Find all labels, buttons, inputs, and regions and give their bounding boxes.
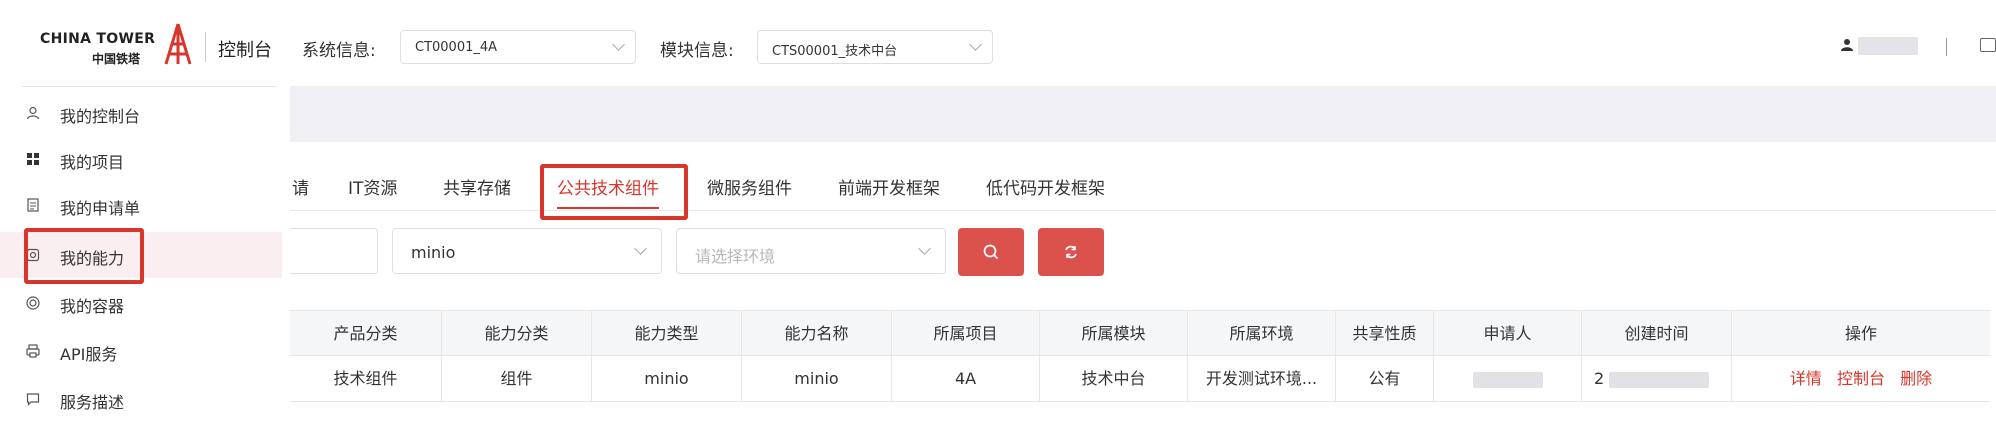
reset-button[interactable]	[1038, 228, 1104, 276]
top-header: CHINA TOWER 中国铁塔 控制台 系统信息: CT00001_4A 模块…	[0, 0, 1996, 86]
system-info-value: CT00001_4A	[415, 40, 498, 55]
table-header-cell: 能力分类	[442, 311, 592, 357]
table-header-cell: 能力名称	[742, 311, 892, 357]
env-select[interactable]: 请选择环境	[676, 228, 946, 274]
table-cell: 技术中台	[1040, 356, 1188, 402]
table-header-cell: 申请人	[1434, 311, 1582, 357]
table-cell: minio	[592, 356, 742, 402]
tab-lowcode-frameworks[interactable]: 低代码开发框架	[986, 174, 1105, 199]
sidebar-item-console[interactable]: 我的控制台	[0, 90, 282, 136]
logo-text-cn: 中国铁塔	[92, 52, 141, 66]
message-icon	[26, 393, 40, 406]
container-icon	[26, 296, 40, 310]
filter-input[interactable]	[290, 228, 378, 274]
table-row[interactable]: 技术组件 组件 minio minio 4A 技术中台 开发测试环境... 公有…	[290, 356, 1990, 402]
table-header-cell: 操作	[1844, 324, 1877, 343]
table-cell-actions: 详情 控制台 删除	[1732, 356, 1990, 402]
sidebar-item-label: 我的容器	[60, 297, 125, 316]
grid-icon	[27, 153, 39, 165]
sidebar-item-projects[interactable]: 我的项目	[0, 136, 282, 182]
user-icon	[26, 106, 40, 120]
component-select[interactable]: minio	[392, 228, 662, 274]
sidebar-item-label: API服务	[60, 345, 118, 364]
user-icon	[1841, 39, 1853, 51]
sidebar-item-api[interactable]: API服务	[0, 328, 282, 374]
system-info-label: 系统信息:	[302, 41, 376, 61]
table-header-cell: 所属模块	[1040, 311, 1188, 357]
header-separator	[22, 86, 276, 87]
sidebar-item-containers[interactable]: 我的容器	[0, 280, 282, 326]
component-select-value: minio	[411, 243, 456, 262]
module-info-label: 模块信息:	[660, 41, 734, 61]
table-cell: 组件	[442, 356, 592, 402]
table-cell: 开发测试环境...	[1188, 356, 1336, 402]
chevron-down-icon	[918, 242, 931, 255]
env-select-placeholder: 请选择环境	[695, 247, 776, 266]
highlight-box-tab	[540, 164, 688, 220]
table-header-cell: 创建时间	[1582, 311, 1732, 357]
tower-logo-icon	[164, 23, 192, 65]
tab-microservice-components[interactable]: 微服务组件	[707, 174, 792, 199]
console-title: 控制台	[218, 40, 272, 61]
china-tower-logo[interactable]: CHINA TOWER 中国铁塔	[40, 22, 195, 66]
chevron-down-icon	[612, 38, 625, 51]
table-header-cell: 所属项目	[892, 311, 1040, 357]
highlight-box-ability	[24, 228, 144, 284]
search-icon	[983, 244, 999, 260]
header-divider-right	[1946, 38, 1947, 56]
console-link[interactable]: 控制台	[1837, 369, 1885, 388]
module-info-select[interactable]: CTS00001_技术中台	[757, 30, 993, 64]
search-button[interactable]	[958, 228, 1024, 276]
sidebar-item-label: 服务描述	[60, 393, 125, 412]
sidebar-item-label: 我的控制台	[60, 107, 141, 126]
printer-icon	[26, 344, 40, 358]
table-header-cell: 产品分类	[290, 311, 442, 357]
applicant-masked	[1472, 371, 1543, 388]
table-header-cell: 能力类型	[592, 311, 742, 357]
table-header: 产品分类 能力分类 能力类型 能力名称 所属项目 所属模块 所属环境 共享性质 …	[290, 310, 1990, 357]
table-cell: 4A	[892, 356, 1040, 402]
refresh-icon	[1065, 245, 1077, 259]
system-info-select[interactable]: CT00001_4A	[400, 30, 636, 64]
ability-table: 产品分类 能力分类 能力类型 能力名称 所属项目 所属模块 所属环境 共享性质 …	[290, 310, 1990, 422]
chevron-down-icon	[634, 242, 647, 255]
table-cell-created-time: 2	[1582, 356, 1732, 402]
module-info-value: CTS00001_技术中台	[772, 44, 898, 59]
table-cell-applicant	[1434, 356, 1582, 402]
detail-link[interactable]: 详情	[1790, 369, 1822, 388]
sidebar-item-label: 我的申请单	[60, 199, 141, 218]
content-banner	[290, 86, 1996, 142]
sidebar-item-label: 我的项目	[60, 153, 125, 172]
table-cell: 技术组件	[290, 356, 442, 402]
created-time-masked	[1609, 371, 1710, 388]
tab-it-resources[interactable]: IT资源	[348, 174, 397, 199]
document-icon	[27, 198, 39, 212]
table-cell: 公有	[1336, 356, 1434, 402]
header-divider	[205, 32, 206, 62]
chevron-down-icon	[969, 38, 982, 51]
tab-apply-partial[interactable]: 请	[292, 174, 309, 199]
table-cell: minio	[742, 356, 892, 402]
table-header-cell: 所属环境	[1188, 311, 1336, 357]
logo-text-en: CHINA TOWER	[40, 31, 156, 47]
mail-icon[interactable]	[1980, 38, 1996, 52]
user-name-masked[interactable]	[1858, 37, 1918, 55]
created-time-prefix: 2	[1594, 369, 1605, 388]
delete-link[interactable]: 删除	[1900, 369, 1932, 388]
table-header-cell: 共享性质	[1336, 311, 1434, 357]
sidebar-item-applications[interactable]: 我的申请单	[0, 182, 282, 228]
sidebar-item-service-desc[interactable]: 服务描述	[0, 376, 282, 422]
tab-frontend-frameworks[interactable]: 前端开发框架	[838, 174, 940, 199]
tab-shared-storage[interactable]: 共享存储	[443, 174, 511, 199]
